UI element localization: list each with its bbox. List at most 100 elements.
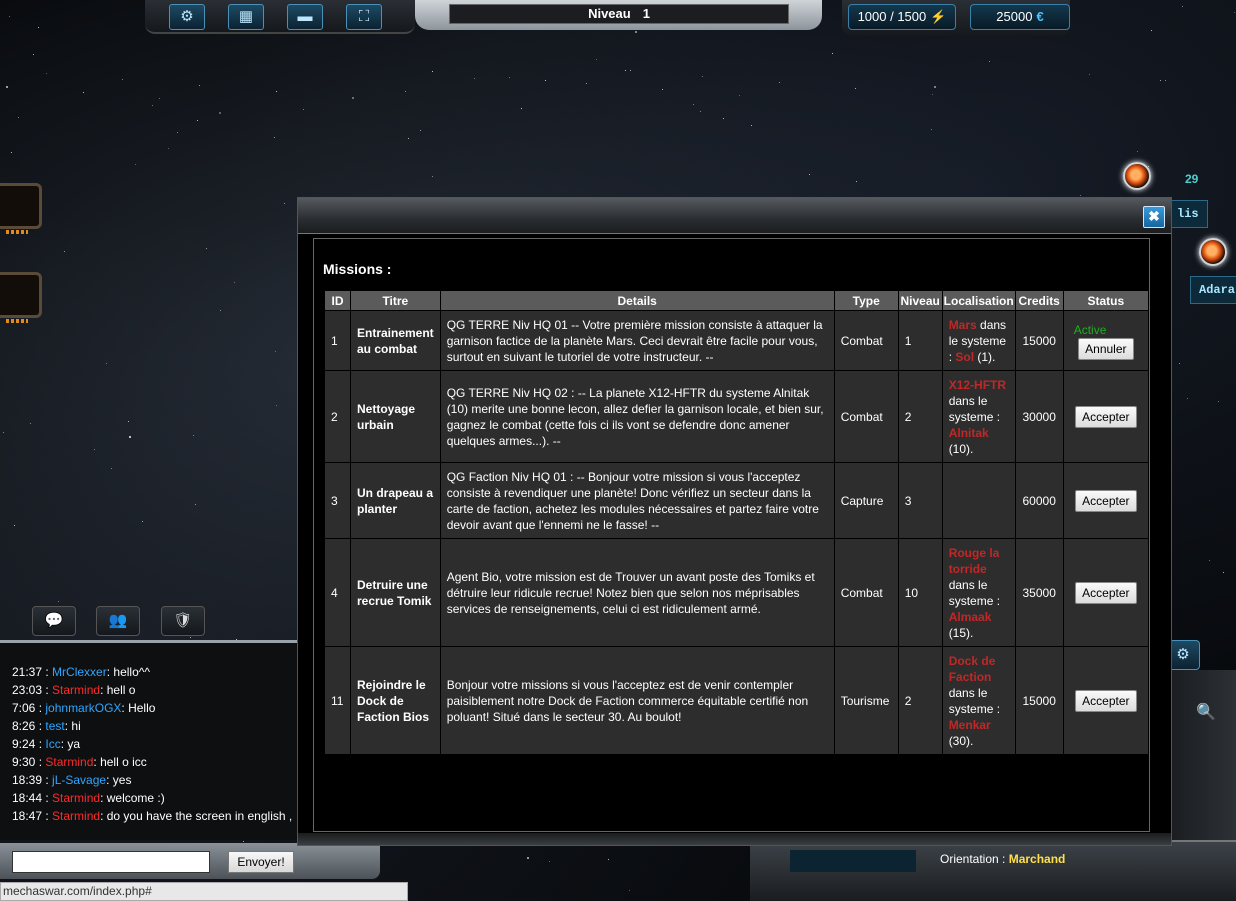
- dialog-body: Missions : ID Titre Details Type Niveau …: [313, 238, 1150, 832]
- grid-icon[interactable]: ▦: [228, 4, 264, 30]
- close-icon[interactable]: ✖: [1143, 206, 1165, 228]
- chat-message: 18:39 : jL-Savage: yes: [12, 773, 132, 787]
- location-system[interactable]: Alnitak: [949, 426, 989, 440]
- star: [284, 203, 285, 204]
- star: [856, 181, 857, 182]
- chat-username[interactable]: Starmind: [52, 683, 100, 697]
- chat-username[interactable]: Starmind: [52, 809, 100, 823]
- star: [1187, 398, 1188, 399]
- mission-status: Accepter: [1062, 370, 1150, 463]
- star: [276, 91, 277, 92]
- planet-marker[interactable]: [1199, 238, 1227, 266]
- zoom-icon[interactable]: 🔍: [1196, 702, 1216, 722]
- star: [1218, 401, 1219, 402]
- star: [625, 70, 626, 71]
- location-system[interactable]: Sol: [955, 350, 974, 364]
- chat-message: 8:26 : test: hi: [12, 719, 81, 733]
- chat-tabs: 💬 👥 🛡: [0, 598, 240, 640]
- chat-input[interactable]: [12, 851, 210, 873]
- column-header: ID: [324, 290, 351, 311]
- chat-username[interactable]: MrClexxer: [52, 665, 107, 679]
- accept-mission-button[interactable]: Accepter: [1075, 689, 1137, 712]
- star: [1080, 195, 1081, 196]
- gear-icon[interactable]: ⚙: [169, 4, 205, 30]
- resources-panel: 1000 / 1500 ⚡ 25000 €: [842, 0, 1070, 36]
- star: [220, 310, 221, 311]
- star: [128, 421, 129, 422]
- accept-mission-button[interactable]: Accepter: [1075, 581, 1137, 604]
- chat-time: 9:24: [12, 737, 36, 751]
- chat-username[interactable]: Starmind: [52, 791, 100, 805]
- map-label-adara[interactable]: Adara: [1190, 276, 1236, 304]
- side-slot-2[interactable]: [0, 272, 42, 323]
- top-toolbar: ⚙ ▦ ▬ ⛶: [145, 0, 415, 34]
- mission-level: 10: [897, 538, 943, 647]
- star: [693, 104, 694, 105]
- save-icon[interactable]: ▬: [287, 4, 323, 30]
- star: [932, 94, 933, 95]
- fullscreen-icon[interactable]: ⛶: [346, 4, 382, 30]
- star: [199, 85, 200, 86]
- star: [586, 83, 587, 84]
- chat-text: yes: [112, 773, 132, 787]
- location-text: dans le systeme :: [948, 685, 1001, 716]
- location-planet[interactable]: Rouge la torride: [949, 546, 1000, 576]
- lightning-icon: ⚡: [930, 9, 947, 24]
- column-header: Titre: [350, 290, 441, 311]
- chat-time: 18:39: [12, 773, 43, 787]
- star: [168, 148, 169, 149]
- star: [1179, 363, 1180, 364]
- chat-message: 9:24 : Icc: ya: [12, 737, 81, 751]
- side-slot-1[interactable]: [0, 183, 42, 234]
- chat-log[interactable]: 21:37 : MrClexxer: hello^^ 23:03 : Starmi…: [0, 640, 302, 840]
- star: [193, 435, 194, 436]
- star: [3, 432, 4, 433]
- send-button[interactable]: Envoyer!: [228, 851, 294, 873]
- location-system[interactable]: Menkar: [949, 718, 991, 732]
- star: [14, 525, 15, 526]
- location-planet[interactable]: Dock de Faction: [949, 654, 996, 684]
- mission-type: Combat: [833, 370, 899, 463]
- accept-mission-button[interactable]: Accepter: [1075, 489, 1137, 512]
- planet-marker[interactable]: [1123, 162, 1151, 190]
- location-planet[interactable]: X12-HFTR: [949, 378, 1006, 392]
- star: [432, 176, 433, 177]
- chat-username[interactable]: johnmarkOGX: [45, 701, 121, 715]
- star: [549, 861, 550, 862]
- status-badge: Active: [1073, 322, 1107, 337]
- star: [509, 77, 510, 78]
- star: [274, 137, 275, 138]
- mission-id: 4: [324, 538, 351, 647]
- chat-username[interactable]: Icc: [45, 737, 60, 751]
- map-label-lis[interactable]: lis: [1168, 200, 1208, 228]
- chat-username[interactable]: test: [45, 719, 64, 733]
- star: [432, 71, 433, 72]
- star: [989, 61, 990, 62]
- chat-input-bar: Envoyer!: [0, 843, 380, 879]
- star: [630, 70, 631, 71]
- star: [931, 129, 932, 130]
- chat-username[interactable]: jL-Savage: [52, 773, 106, 787]
- chat-username[interactable]: Starmind: [45, 755, 93, 769]
- chat-icon[interactable]: 💬: [32, 606, 76, 636]
- group-icon[interactable]: 👥: [96, 606, 140, 636]
- shield-icon[interactable]: 🛡: [161, 606, 205, 636]
- location-planet[interactable]: Mars: [949, 318, 977, 332]
- star: [177, 132, 178, 133]
- mission-type: Tourisme: [833, 646, 899, 755]
- table-row: 2 Nettoyage urbain QG TERRE Niv HQ 02 : --…: [324, 370, 1150, 463]
- location-system[interactable]: Almaak: [949, 610, 992, 624]
- credits-display: 25000 €: [970, 4, 1070, 30]
- star: [739, 95, 740, 96]
- column-header: Details: [439, 290, 835, 311]
- orientation-label: Orientation :: [940, 852, 1009, 866]
- column-header: Localisation: [941, 290, 1016, 311]
- cancel-mission-button[interactable]: Annuler: [1078, 337, 1134, 360]
- mission-title: Nettoyage urbain: [350, 370, 441, 463]
- accept-mission-button[interactable]: Accepter: [1075, 405, 1137, 428]
- star: [64, 251, 65, 252]
- mission-level: 2: [897, 646, 943, 755]
- star: [420, 130, 421, 131]
- star: [129, 436, 131, 438]
- star: [94, 449, 95, 450]
